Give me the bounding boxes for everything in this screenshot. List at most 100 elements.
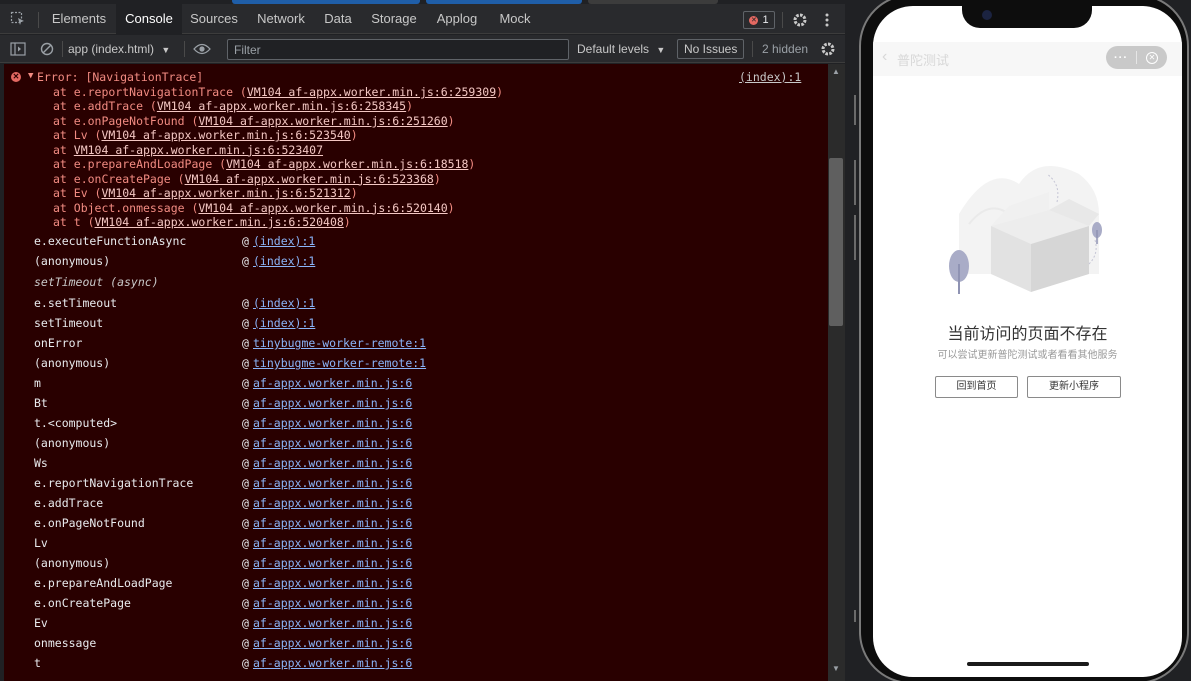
stack-frame-at: @ [242,336,249,350]
trace-source-link[interactable]: VM104 af-appx.worker.min.js:6:521312 [101,186,350,200]
tab-data[interactable]: Data [316,4,360,34]
tab-separator [782,12,783,28]
trace-line: at VM104 af-appx.worker.min.js:6:523407 [53,143,323,158]
stack-frame-link[interactable]: (index):1 [253,315,315,331]
stack-frame-link[interactable]: af-appx.worker.min.js:6 [253,575,412,591]
dropdown-arrow-icon: ▼ [656,45,666,55]
stack-frame-at: @ [242,496,249,510]
tab-sources[interactable]: Sources [182,4,246,34]
trace-source-link[interactable]: VM104 af-appx.worker.min.js:6:523368 [185,172,434,186]
stack-frame-link[interactable]: af-appx.worker.min.js:6 [253,615,412,631]
trace-line: at e.reportNavigationTrace (VM104 af-app… [53,85,503,100]
issues-button[interactable]: No Issues [677,39,745,59]
stack-frame-at: @ [242,476,249,490]
trace-source-link[interactable]: VM104 af-appx.worker.min.js:6:18518 [226,157,468,171]
stack-frame-link[interactable]: (index):1 [253,253,315,269]
stack-frame-link[interactable]: tinybugme-worker-remote:1 [253,335,426,351]
live-expression-eye-icon[interactable] [192,41,212,57]
stack-frame-link[interactable]: af-appx.worker.min.js:6 [253,535,412,551]
error-count-badge[interactable]: ✕ 1 [743,11,775,29]
console-filter-input[interactable] [227,39,569,60]
more-dots-icon[interactable]: ··· [1106,52,1136,64]
mini-program-navbar: ‹ 普陀测试 ··· ✕ [873,42,1182,76]
trace-line: at Ev (VM104 af-appx.worker.min.js:6:521… [53,186,358,201]
stack-frame-at: @ [242,636,249,650]
inspect-element-icon[interactable] [8,10,28,28]
trace-source-link[interactable]: VM104 af-appx.worker.min.js:6:258345 [157,99,406,113]
settings-gear-icon[interactable] [790,10,810,30]
stack-frame-at: @ [242,396,249,410]
expand-triangle-icon[interactable]: ▼ [28,71,33,81]
stack-frame-link[interactable]: (index):1 [253,295,315,311]
close-circle-icon[interactable]: ✕ [1137,51,1167,64]
devtools-panel: Elements Console Sources Network Data Storage… [0,0,845,681]
stack-frame-function: e.prepareAndLoadPage [34,576,173,590]
trace-source-link[interactable]: VM104 af-appx.worker.min.js:6:259309 [247,85,496,99]
back-arrow-icon[interactable]: ‹ [882,48,887,66]
trace-line: at e.prepareAndLoadPage (VM104 af-appx.w… [53,157,475,172]
error-source-link[interactable]: (index):1 [739,69,801,85]
stack-frame-link[interactable]: af-appx.worker.min.js:6 [253,515,412,531]
tab-console[interactable]: Console [116,4,182,35]
log-levels-select[interactable]: Default levels ▼ [577,40,665,59]
stack-frame-link[interactable]: af-appx.worker.min.js:6 [253,495,412,511]
phone-screen: ‹ 普陀测试 ··· ✕ 当前访问的页面不存在 可以尝试更新普陀测试或者看看其他… [873,6,1182,677]
stack-frame-link[interactable]: af-appx.worker.min.js:6 [253,655,412,671]
tab-network[interactable]: Network [248,4,314,34]
console-messages: ✕ ▼ Error: [NavigationTrace] (index):1 a… [0,64,828,681]
context-select[interactable]: app (index.html) ▼ [68,40,170,58]
stack-frame-function: t.<computed> [34,416,118,430]
error-icon: ✕ [749,15,759,25]
tab-applog[interactable]: Applog [428,4,486,34]
trace-source-link[interactable]: VM104 af-appx.worker.min.js:6:523407 [74,143,323,157]
scroll-up-arrow-icon[interactable]: ▲ [832,67,840,76]
stack-frame-link[interactable]: af-appx.worker.min.js:6 [253,415,412,431]
trace-source-link[interactable]: VM104 af-appx.worker.min.js:6:251260 [198,114,447,128]
stack-frame-link[interactable]: af-appx.worker.min.js:6 [253,635,412,651]
back-to-home-button[interactable]: 回到首页 [935,376,1018,398]
stack-frame-link[interactable]: tinybugme-worker-remote:1 [253,355,426,371]
console-scrollbar[interactable]: ▲ ▼ [828,64,845,681]
sidebar-toggle-icon[interactable] [9,41,27,57]
stack-frame-link[interactable]: af-appx.worker.min.js:6 [253,475,412,491]
stack-frame-function: Lv [34,536,48,550]
stack-frame-function: e.onCreatePage [34,596,131,610]
scrollbar-thumb[interactable] [829,158,843,326]
home-indicator[interactable] [967,662,1089,666]
side-button [854,160,856,205]
stack-frame-at: @ [242,576,249,590]
stack-frame-link[interactable]: af-appx.worker.min.js:6 [253,395,412,411]
side-button [854,215,856,260]
update-mini-program-button[interactable]: 更新小程序 [1027,376,1121,398]
stack-frame-function: e.setTimeout [34,296,118,310]
scroll-down-arrow-icon[interactable]: ▼ [832,664,840,673]
empty-box-illustration [949,166,1102,294]
stack-frame-function: e.executeFunctionAsync [34,234,187,248]
trace-function: at t ( [53,215,95,230]
console-settings-gear-icon[interactable] [818,40,838,58]
stack-frame-link[interactable]: af-appx.worker.min.js:6 [253,555,412,571]
trace-line: at Object.onmessage (VM104 af-appx.worke… [53,201,455,216]
trace-paren: ) [350,128,358,143]
tab-elements[interactable]: Elements [44,4,114,34]
tab-mock[interactable]: Mock [490,4,540,34]
more-options-icon[interactable] [819,10,835,30]
trace-source-link[interactable]: VM104 af-appx.worker.min.js:6:520140 [198,201,447,215]
stack-frame-link[interactable]: af-appx.worker.min.js:6 [253,455,412,471]
clear-console-icon[interactable] [38,41,56,57]
trace-source-link[interactable]: VM104 af-appx.worker.min.js:6:523540 [101,128,350,142]
stack-frame-link[interactable]: (index):1 [253,233,315,249]
tab-storage[interactable]: Storage [362,4,426,34]
stack-frame-link[interactable]: af-appx.worker.min.js:6 [253,435,412,451]
trace-source-link[interactable]: VM104 af-appx.worker.min.js:6:520408 [95,215,344,229]
stack-frame-link[interactable]: af-appx.worker.min.js:6 [253,375,412,391]
async-separator: setTimeout (async) [34,275,159,289]
stack-frame-function: (anonymous) [34,254,111,268]
simulator-divider[interactable] [845,0,859,681]
stack-frame-at: @ [242,616,249,630]
trace-paren: ) [447,113,455,128]
stack-frame-at: @ [242,456,249,470]
stack-frame-link[interactable]: af-appx.worker.min.js:6 [253,595,412,611]
stack-frame-function: m [34,376,41,390]
devtools-tab-bar: Elements Console Sources Network Data Storage… [0,4,845,35]
